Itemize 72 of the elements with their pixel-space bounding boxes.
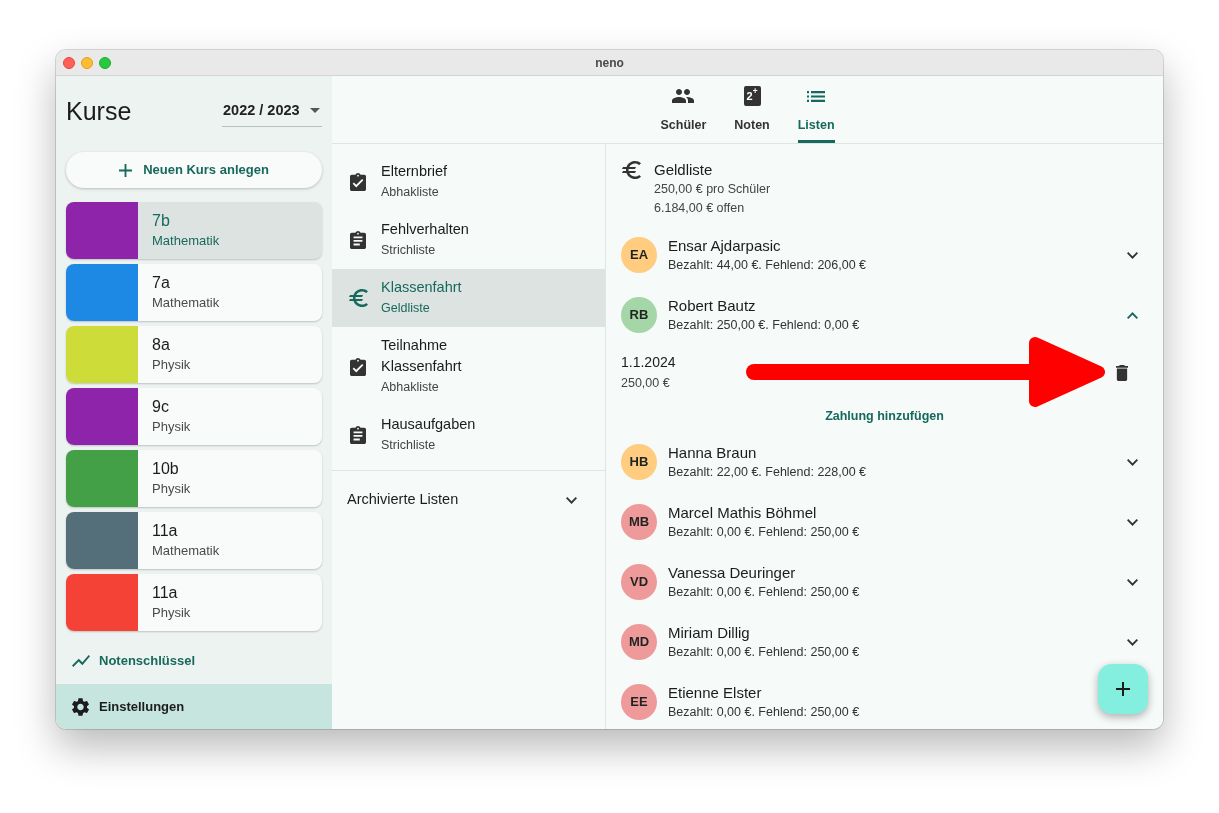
- window-title: neno: [595, 54, 624, 72]
- clipboard-check-icon: [350, 357, 366, 376]
- euro-icon: [621, 161, 641, 179]
- student-name: Etienne Elster: [668, 682, 762, 703]
- clipboard-check-icon: [350, 173, 366, 191]
- tab[interactable]: Schüler: [660, 76, 707, 143]
- payment-summary: Bezahlt: 0,00 €. Fehlend: 250,00 €: [668, 523, 860, 541]
- settings-icon: [72, 697, 89, 716]
- payment-summary: Bezahlt: 0,00 €. Fehlend: 250,00 €: [668, 643, 860, 661]
- list-item[interactable]: Elternbrief Abhakliste: [332, 153, 605, 211]
- avatar: EE: [621, 684, 657, 720]
- course-card[interactable]: 7a Mathematik: [66, 264, 322, 321]
- student-name: Marcel Mathis Böhmel: [668, 502, 817, 523]
- payment-amount: 250,00 €: [621, 375, 670, 392]
- payment-summary: Bezahlt: 0,00 €. Fehlend: 250,00 €: [668, 583, 860, 601]
- payment-summary: Bezahlt: 0,00 €. Fehlend: 250,00 €: [668, 703, 860, 721]
- open-amount: 6.184,00 € offen: [654, 200, 746, 217]
- avatar: RB: [621, 297, 657, 333]
- chevron-down-icon[interactable]: [1127, 251, 1138, 259]
- line-chart-icon: [72, 655, 90, 667]
- clipboard-lines-icon: [350, 426, 366, 444]
- student-name: Vanessa Deuringer: [668, 562, 796, 583]
- chevron-up-icon[interactable]: [1127, 311, 1138, 319]
- list-item[interactable]: Hausaufgaben Strichliste: [332, 406, 605, 464]
- course-card[interactable]: 9c Physik: [66, 388, 322, 445]
- year-dropdown[interactable]: 2022 / 2023: [222, 95, 322, 127]
- people-icon: [672, 89, 695, 103]
- chevron-down-icon[interactable]: [1127, 458, 1138, 466]
- course-card[interactable]: 11a Physik: [66, 574, 322, 631]
- avatar: VD: [621, 564, 657, 600]
- avatar: MD: [621, 624, 657, 660]
- list-title: Geldliste: [654, 160, 714, 180]
- new-course-button[interactable]: Neuen Kurs anlegen: [66, 152, 322, 188]
- student-name: Miriam Dillig: [668, 622, 750, 643]
- list-item[interactable]: Klassenfahrt Geldliste: [332, 269, 605, 327]
- tab[interactable]: 2$^{+}$ Noten: [734, 76, 770, 143]
- chevron-down-icon[interactable]: [1127, 638, 1138, 646]
- payment-summary: Bezahlt: 22,00 €. Fehlend: 228,00 €: [668, 463, 867, 481]
- caret-down-icon: [310, 108, 320, 113]
- chevron-down-icon[interactable]: [1127, 578, 1138, 586]
- course-card[interactable]: 8a Physik: [66, 326, 322, 383]
- close-button[interactable]: [63, 56, 75, 69]
- grade-icon: 2$^{+}$: [743, 86, 761, 106]
- list-item[interactable]: Teilnahme Klassenfahrt Abhakliste: [332, 327, 605, 406]
- list-item[interactable]: Fehlverhalten Strichliste: [332, 211, 605, 269]
- payment-summary: Bezahlt: 250,00 €. Fehlend: 0,00 €: [668, 316, 860, 334]
- price-per-student: 250,00 € pro Schüler: [654, 181, 771, 198]
- add-button[interactable]: [1098, 664, 1148, 714]
- student-name: Hanna Braun: [668, 442, 757, 463]
- chevron-down-icon[interactable]: [1127, 518, 1138, 526]
- add-payment-button[interactable]: Zahlung hinzufügen: [825, 406, 944, 426]
- grading-key-link[interactable]: Notenschlüssel: [56, 641, 332, 681]
- payment-summary: Bezahlt: 44,00 €. Fehlend: 206,00 €: [668, 256, 867, 274]
- trash-icon[interactable]: [1116, 364, 1128, 381]
- clipboard-lines-icon: [350, 231, 366, 249]
- tab[interactable]: Listen: [797, 76, 835, 143]
- euro-icon: [348, 289, 368, 307]
- course-card[interactable]: 7b Mathematik: [66, 202, 322, 259]
- sidebar-title: Kurse: [66, 96, 132, 127]
- archived-lists-toggle[interactable]: Archivierte Listen: [332, 471, 605, 529]
- list-icon: [807, 90, 826, 102]
- settings-button[interactable]: Einstellungen: [56, 684, 332, 729]
- payment-date: 1.1.2024: [621, 353, 676, 372]
- avatar: EA: [621, 237, 657, 273]
- student-name: Ensar Ajdarpasic: [668, 235, 781, 256]
- course-card[interactable]: 10b Physik: [66, 450, 322, 507]
- avatar: HB: [621, 444, 657, 480]
- plus-icon: [119, 163, 133, 177]
- plus-icon: [1116, 682, 1130, 696]
- student-name: Robert Bautz: [668, 295, 756, 316]
- avatar: MB: [621, 504, 657, 540]
- course-card[interactable]: 11a Mathematik: [66, 512, 322, 569]
